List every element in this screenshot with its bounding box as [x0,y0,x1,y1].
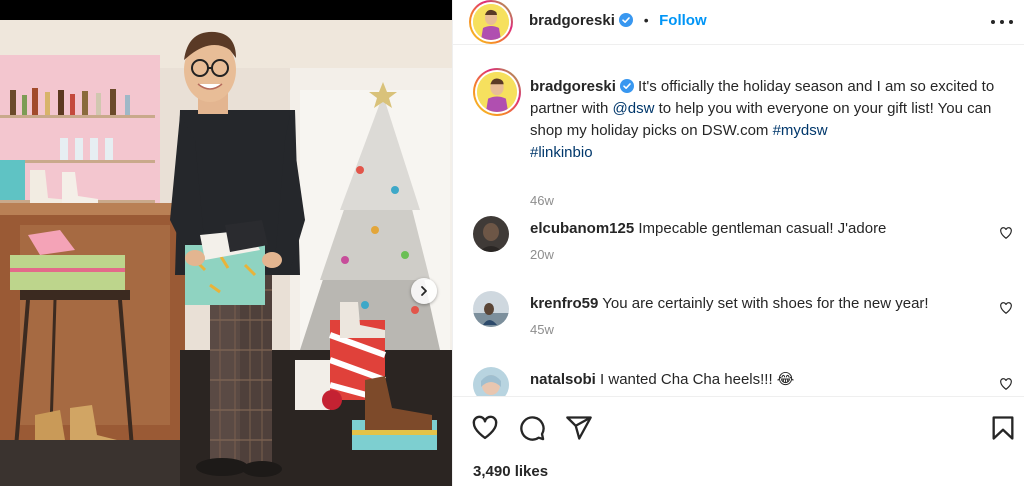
heart-icon[interactable] [471,414,499,442]
bookmark-icon[interactable] [989,414,1017,442]
post-photo[interactable] [0,0,452,486]
post-caption: bradgoreski It's officially the holiday … [473,68,1013,208]
caption-timestamp[interactable]: 46w [530,193,554,208]
photo-scene [0,20,452,486]
commenter-username[interactable]: natalsobi [530,371,596,388]
comment-body: I wanted Cha Cha heels!!! 😂 [600,371,795,388]
post-details-panel: bradgoreski • Follow bradgoreski It's of… [452,0,1024,486]
post-header: bradgoreski • Follow [453,0,1024,45]
caption-text: bradgoreski It's officially the holiday … [530,76,1000,164]
avatar-image [473,4,509,40]
commenter-avatar[interactable] [473,291,509,327]
comment-timestamp[interactable]: 45w [530,322,554,337]
comment-text: krenfro59 You are certainly set with sho… [530,293,1000,315]
heart-icon[interactable] [999,301,1013,315]
mention-link[interactable]: @dsw [613,100,655,117]
commenter-avatar[interactable] [473,367,509,396]
more-options-icon[interactable] [991,12,1013,32]
caption-username[interactable]: bradgoreski [530,78,616,95]
comments-section: bradgoreski It's officially the holiday … [453,46,1024,396]
comment-item: natalsobi I wanted Cha Cha heels!!! 😂 [473,367,1013,396]
commenter-avatar[interactable] [473,216,509,252]
hashtag-link[interactable]: #linkinbio [530,144,593,161]
verified-badge-icon [619,79,634,93]
commenter-username[interactable]: elcubanom125 [530,220,634,237]
action-bar: 3,490 likes [453,396,1024,486]
comment-body: You are certainly set with shoes for the… [602,295,929,312]
avatar-image [473,291,509,327]
comment-timestamp[interactable]: 20w [530,247,554,262]
author-avatar[interactable] [469,0,513,44]
caption-author-avatar[interactable] [473,68,521,116]
heart-icon[interactable] [999,226,1013,240]
hashtag-link[interactable]: #mydsw [773,122,828,139]
avatar-image [477,72,517,112]
comment-item: elcubanom125 Impecable gentleman casual!… [473,216,1013,276]
comment-icon[interactable] [518,414,546,442]
share-icon[interactable] [565,414,593,442]
next-photo-button[interactable] [411,278,437,304]
comment-item: krenfro59 You are certainly set with sho… [473,291,1013,351]
avatar-image [473,367,509,396]
chevron-right-icon [421,286,427,296]
photo-illustration [0,20,452,486]
author-username[interactable]: bradgoreski [529,12,615,29]
header-separator: • [643,12,649,28]
commenter-username[interactable]: krenfro59 [530,295,598,312]
avatar-image [473,216,509,252]
follow-button[interactable]: Follow [659,12,707,29]
comment-text: natalsobi I wanted Cha Cha heels!!! 😂 [530,369,1000,391]
comment-text: elcubanom125 Impecable gentleman casual!… [530,218,1000,240]
heart-icon[interactable] [999,377,1013,391]
likes-count[interactable]: 3,490 likes [473,463,548,480]
comment-body: Impecable gentleman casual! J'adore [638,220,887,237]
verified-badge-icon [619,13,634,27]
